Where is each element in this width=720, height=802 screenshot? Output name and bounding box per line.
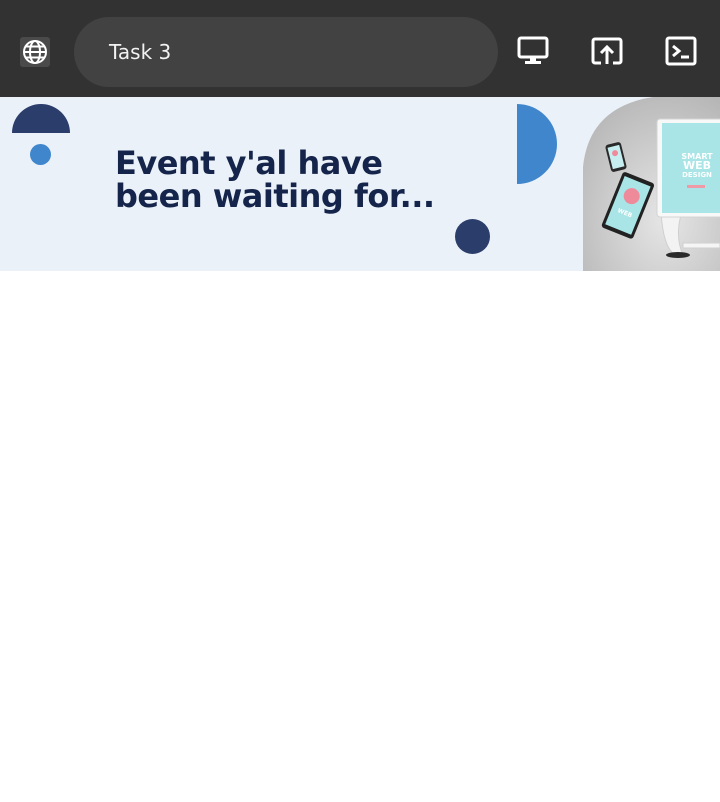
device-text-design: DESIGN — [682, 171, 712, 179]
decor-dot — [30, 144, 51, 165]
terminal-icon[interactable] — [664, 34, 698, 68]
headline-line-1: Event y'al have — [115, 144, 383, 182]
browser-toolbar: Task 3 — [0, 0, 720, 97]
monitor-icon[interactable] — [516, 34, 550, 68]
globe-icon[interactable] — [20, 37, 50, 67]
decor-dot-navy — [455, 219, 490, 254]
decor-semicircle — [12, 104, 70, 133]
banner-headline: Event y'al have been waiting for... — [115, 147, 435, 213]
event-banner: Event y'al have been waiting for... SMAR… — [0, 97, 720, 271]
decor-half-circle — [517, 104, 557, 184]
devices-illustration: SMART WEB DESIGN WEB — [583, 97, 720, 271]
headline-line-2: been waiting for... — [115, 177, 435, 215]
open-in-new-icon[interactable] — [590, 34, 624, 68]
tab-title: Task 3 — [109, 40, 172, 64]
address-bar[interactable]: Task 3 — [74, 17, 498, 87]
